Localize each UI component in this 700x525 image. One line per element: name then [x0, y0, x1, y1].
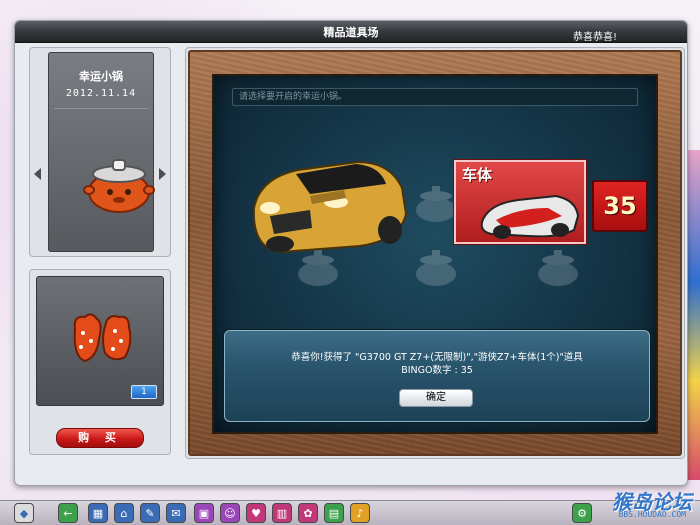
shop-item-slot[interactable]: 1 [36, 276, 164, 406]
lucky-pot-icon [83, 159, 155, 213]
taskbar: ◆ ← ▦ ⌂ ✎ ✉ ▣ ☺ ♥ ▥ ✿ ▤ ♪ ⚙ [0, 500, 700, 525]
photo-icon[interactable]: ▤ [324, 503, 344, 523]
prev-item-arrow-icon[interactable] [34, 168, 41, 180]
event-icon[interactable]: ✿ [298, 503, 318, 523]
reward-card: 车体 [453, 159, 587, 245]
pot-selection-field[interactable]: 请选择要开启的幸运小锅。 [232, 88, 638, 106]
home-icon[interactable]: ⌂ [114, 503, 134, 523]
reward-board: 请选择要开启的幸运小锅。 车体 35 恭喜你!获得了 "G3700 GT Z7+… [212, 74, 658, 434]
buy-button[interactable]: 购 买 [56, 428, 144, 448]
settings-icon[interactable]: ⚙ [572, 503, 592, 523]
gift-icon[interactable]: ▣ [194, 503, 214, 523]
item-selector-card: 幸运小锅 2012.11.14 [48, 52, 155, 252]
shop-window: 精品道具场 恭喜恭喜! 幸运小锅 2012.11.14 1 购 买 请选择要开启… [14, 20, 688, 486]
friends-icon[interactable]: ☺ [220, 503, 240, 523]
next-item-arrow-icon[interactable] [159, 168, 166, 180]
title-bar: 精品道具场 恭喜恭喜! [15, 21, 687, 43]
divider [54, 108, 148, 109]
music-icon[interactable]: ♪ [350, 503, 370, 523]
bingo-number-text: BINGO数字 : 35 [401, 365, 473, 376]
chat-icon[interactable]: ♥ [246, 503, 266, 523]
confirm-button[interactable]: 确定 [399, 389, 473, 407]
title-congrats-text: 恭喜恭喜! [572, 32, 617, 43]
wooden-frame: 请选择要开启的幸运小锅。 车体 35 恭喜你!获得了 "G3700 GT Z7+… [188, 50, 682, 456]
item-name: 幸运小锅 [79, 70, 123, 83]
tools-icon[interactable]: ✎ [140, 503, 160, 523]
reward-board-panel: 请选择要开启的幸运小锅。 车体 35 恭喜你!获得了 "G3700 GT Z7+… [185, 47, 685, 459]
forum-watermark-url: BBS.HOUDAO.COM [618, 510, 686, 519]
shop-item-panel: 1 购 买 [29, 269, 171, 455]
save-icon[interactable]: ▦ [88, 503, 108, 523]
user-icon[interactable]: ◆ [14, 503, 34, 523]
quantity-badge: 1 [131, 385, 157, 399]
reward-car-icon [252, 160, 408, 254]
bingo-number-badge: 35 [592, 180, 648, 232]
card-label: 车体 [462, 166, 493, 184]
pot-slot-icon[interactable] [410, 244, 462, 288]
book-icon[interactable]: ▥ [272, 503, 292, 523]
item-date: 2012.11.14 [65, 88, 137, 99]
reward-message: 恭喜你!获得了 "G3700 GT Z7+(无限制)","游侠Z7+车体(1个)… [291, 352, 583, 363]
reward-dialog: 恭喜你!获得了 "G3700 GT Z7+(无限制)","游侠Z7+车体(1个)… [224, 330, 650, 422]
car-body-icon [480, 194, 580, 239]
item-selector-panel: 幸运小锅 2012.11.14 [29, 47, 171, 257]
mail-icon[interactable]: ✉ [166, 503, 186, 523]
back-icon[interactable]: ← [58, 503, 78, 523]
pot-slot-icon[interactable] [532, 244, 584, 288]
gloves-icon [73, 313, 132, 363]
